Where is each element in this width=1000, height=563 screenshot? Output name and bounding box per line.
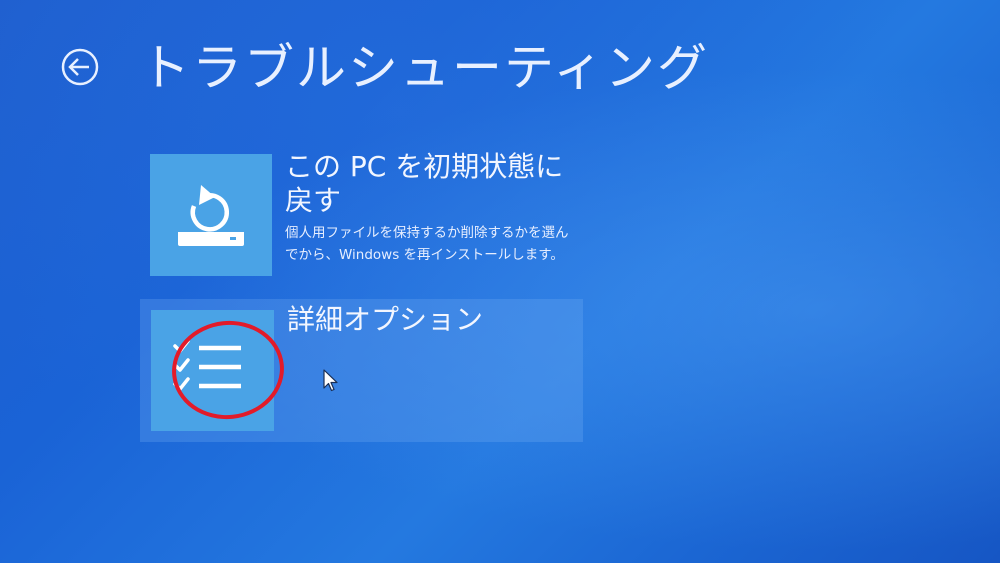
reset-pc-title: この PC を初期状態に戻す <box>285 150 564 217</box>
checklist-icon <box>173 339 241 391</box>
back-button[interactable] <box>60 47 100 87</box>
advanced-options-title: 詳細オプション <box>287 303 484 336</box>
advanced-options-option[interactable]: 詳細オプション <box>140 299 583 442</box>
page-title: トラブルシューティング <box>140 39 709 97</box>
reset-pc-icon <box>178 185 244 246</box>
reset-pc-tile <box>150 154 272 276</box>
troubleshoot-screen: トラブルシューティング この PC を初期状態に戻す 個人用ファイルを保持するか… <box>0 0 1000 563</box>
back-arrow-circle-icon <box>61 48 99 86</box>
reset-pc-option[interactable]: この PC を初期状態に戻す 個人用ファイルを保持するか削除するかを選んでから、… <box>142 148 582 288</box>
advanced-options-tile <box>151 310 274 431</box>
reset-pc-description: 個人用ファイルを保持するか削除するかを選んでから、Windows を再インストー… <box>285 225 569 263</box>
